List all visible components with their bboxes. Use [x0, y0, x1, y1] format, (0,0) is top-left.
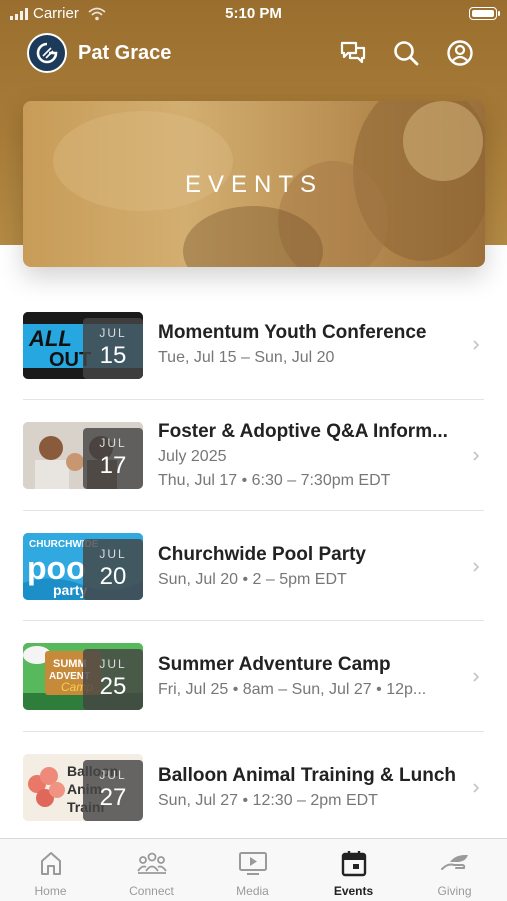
date-day: 17 — [99, 452, 127, 479]
date-badge: JUL 27 — [83, 760, 143, 821]
svg-text:ALL: ALL — [28, 326, 72, 351]
hero-title: EVENTS — [184, 171, 324, 198]
tab-label: Giving — [437, 884, 472, 898]
event-thumbnail: ALL OUT JUL 15 — [23, 312, 143, 379]
event-thumbnail: Balloon Anim Traini JUL 27 — [23, 754, 143, 821]
home-icon — [41, 852, 61, 875]
app-header: Pat Grace — [0, 30, 507, 76]
chevron-right-icon — [473, 562, 480, 572]
date-badge: JUL 17 — [83, 428, 143, 489]
tab-giving[interactable]: Giving — [404, 839, 505, 901]
event-title: Momentum Youth Conference — [158, 322, 427, 343]
tab-bar: Home Connect Media Events Giving — [0, 838, 507, 901]
event-date-line: Sun, Jul 27 • 12:30 – 2pm EDT — [158, 792, 378, 809]
event-title: Churchwide Pool Party — [158, 544, 366, 565]
event-date-line: Sun, Jul 20 • 2 – 5pm EDT — [158, 571, 347, 588]
user-name: Pat Grace — [78, 42, 172, 64]
event-row[interactable]: CHURCHWIDE poo party JUL 20 Churchwide P… — [0, 511, 507, 621]
tab-label: Connect — [129, 884, 174, 898]
svg-text:SUMM: SUMM — [53, 658, 87, 670]
event-row[interactable]: JUL 17 Foster & Adoptive Q&A Inform... J… — [0, 400, 507, 511]
profile-button[interactable] — [445, 38, 475, 68]
date-month: JUL — [99, 326, 127, 340]
tab-home[interactable]: Home — [0, 839, 101, 901]
date-day: 25 — [99, 673, 127, 700]
people-icon — [137, 852, 167, 874]
date-month: JUL — [99, 768, 127, 782]
date-day: 15 — [99, 342, 127, 369]
status-time: 5:10 PM — [225, 5, 282, 22]
date-month: JUL — [99, 547, 127, 561]
chevron-right-icon — [473, 451, 480, 461]
event-thumbnail: SUMM ADVENT Camp JUL 25 — [23, 643, 143, 710]
events-hero-banner: EVENTS — [23, 101, 485, 267]
battery-icon — [469, 7, 500, 20]
chat-bubbles-icon — [340, 41, 366, 64]
tab-events[interactable]: Events — [303, 839, 404, 901]
tab-connect[interactable]: Connect — [101, 839, 202, 901]
church-logo[interactable] — [27, 33, 67, 73]
event-date-line: Thu, Jul 17 • 6:30 – 7:30pm EDT — [158, 472, 391, 489]
tab-label: Events — [333, 884, 374, 898]
tab-label: Media — [236, 884, 269, 898]
date-day: 20 — [99, 563, 127, 590]
search-button[interactable] — [391, 38, 421, 68]
event-row[interactable]: ALL OUT JUL 15 Momentum Youth Conference… — [0, 290, 507, 400]
svg-text:poo: poo — [27, 550, 86, 586]
event-title: Balloon Animal Training & Lunch — [158, 765, 457, 786]
date-badge: JUL 20 — [83, 539, 143, 600]
logo-mark-icon — [36, 42, 58, 64]
date-badge: JUL 15 — [83, 318, 143, 379]
date-day: 27 — [99, 784, 127, 811]
date-badge: JUL 25 — [83, 649, 143, 710]
event-title: Foster & Adoptive Q&A Inform... — [158, 421, 448, 442]
chevron-right-icon — [473, 672, 480, 682]
chevron-right-icon — [473, 340, 480, 350]
giving-hand-icon — [441, 855, 468, 870]
date-month: JUL — [99, 657, 127, 671]
event-thumbnail: JUL 17 — [23, 422, 143, 489]
event-title: Summer Adventure Camp — [158, 654, 391, 675]
status-bar: Carrier 5:10 PM — [0, 0, 507, 28]
event-row[interactable]: SUMM ADVENT Camp JUL 25 Summer Adventure… — [0, 621, 507, 732]
chevron-right-icon — [473, 783, 480, 793]
play-screen-icon — [239, 852, 267, 875]
tab-label: Home — [34, 884, 67, 898]
search-icon — [394, 41, 419, 66]
tab-media[interactable]: Media — [202, 839, 303, 901]
event-row[interactable]: Balloon Anim Traini JUL 27 Balloon Anima… — [0, 732, 507, 842]
event-thumbnail: CHURCHWIDE poo party JUL 20 — [23, 533, 143, 600]
event-subtitle: July 2025 — [158, 448, 227, 465]
user-circle-icon — [447, 40, 473, 66]
calendar-icon — [341, 851, 367, 877]
messages-button[interactable] — [338, 38, 368, 68]
event-date-line: Fri, Jul 25 • 8am – Sun, Jul 27 • 12p... — [158, 681, 427, 698]
date-month: JUL — [99, 436, 127, 450]
event-date-line: Tue, Jul 15 – Sun, Jul 20 — [158, 349, 335, 366]
